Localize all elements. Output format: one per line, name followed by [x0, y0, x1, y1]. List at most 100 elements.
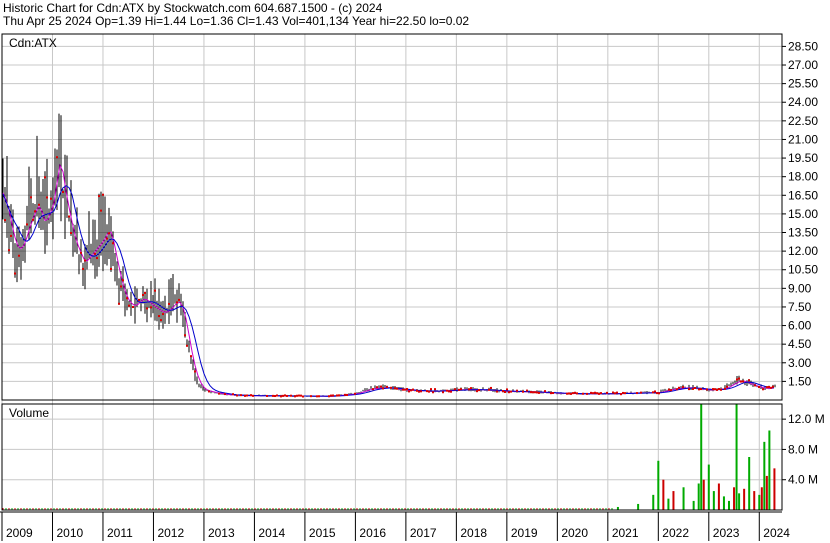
volume-bar: [717, 483, 720, 510]
close-dot: [160, 319, 162, 322]
close-dot: [272, 394, 274, 397]
close-dot: [328, 395, 330, 398]
price-tick-label: 15.00: [788, 207, 818, 221]
volume-bar: [712, 491, 715, 510]
close-dot: [432, 391, 434, 394]
price-tick-label: 21.00: [788, 132, 818, 146]
volume-bar: [672, 491, 675, 510]
close-dot: [552, 392, 554, 395]
close-dot: [566, 392, 568, 395]
close-dot: [354, 392, 356, 395]
volume-bar: [697, 483, 700, 510]
close-dot: [446, 389, 448, 392]
close-dot: [410, 389, 412, 392]
price-tick-label: 13.50: [788, 226, 818, 240]
volume-tick-label: 4.0 M: [788, 473, 818, 487]
close-dot: [594, 391, 596, 394]
price-tick-label: 28.50: [788, 39, 818, 53]
close-dot: [526, 389, 528, 392]
year-label: 2021: [612, 526, 639, 540]
close-dot: [624, 392, 626, 395]
close-dot: [100, 209, 102, 212]
close-dot: [698, 388, 700, 391]
close-dot: [396, 387, 398, 390]
close-dot: [14, 272, 16, 275]
close-dot: [332, 394, 334, 397]
close-dot: [700, 388, 702, 391]
close-dot: [150, 306, 152, 309]
close-dot: [476, 390, 478, 393]
close-dot: [726, 385, 728, 388]
close-dot: [496, 390, 498, 393]
close-dot: [596, 392, 598, 395]
year-label: 2010: [56, 526, 83, 540]
close-dot: [286, 394, 288, 397]
close-dot: [504, 391, 506, 394]
close-dot: [344, 393, 346, 396]
close-dot: [310, 395, 312, 398]
price-tick-label: 9.00: [788, 281, 812, 295]
close-dot: [68, 215, 70, 218]
close-dot: [426, 390, 428, 393]
close-dot: [106, 237, 108, 240]
close-dot: [454, 388, 456, 391]
close-dot: [614, 392, 616, 395]
volume-bar: [727, 500, 730, 510]
volume-tick-label: 12.0 M: [788, 412, 825, 426]
close-dot: [252, 394, 254, 397]
close-dot: [508, 391, 510, 394]
close-dot: [98, 195, 100, 198]
close-dot: [316, 395, 318, 398]
close-dot: [506, 388, 508, 391]
close-dot: [404, 388, 406, 391]
close-dot: [336, 394, 338, 397]
close-dot: [38, 203, 40, 206]
year-label: 2022: [662, 526, 689, 540]
price-panel-frame: [1, 33, 783, 401]
close-dot: [574, 391, 576, 394]
year-label: 2015: [309, 526, 336, 540]
price-axis-ticks: 1.50 3.00 4.50 6.00 7.50 9.00 10.50 12.00 13.50 1…: [782, 39, 818, 388]
close-dot: [420, 390, 422, 393]
price-tick-label: 19.50: [788, 151, 818, 165]
volume-bar: [738, 493, 741, 510]
volume-panel-frame: [1, 403, 783, 511]
close-dot: [168, 302, 170, 305]
close-dot: [430, 388, 432, 391]
close-dot: [18, 254, 20, 257]
volume-bar: [735, 404, 738, 510]
close-dot: [128, 304, 130, 307]
close-dot: [586, 392, 588, 395]
close-dot: [412, 388, 414, 391]
close-dot: [102, 193, 104, 196]
year-axis-labels: 2009 2010 2011 2012 2013 2014 2015 2016 2017 2018…: [1, 512, 790, 541]
close-dot: [488, 388, 490, 391]
close-dot: [766, 386, 768, 389]
close-dot: [250, 394, 252, 397]
close-dot: [380, 385, 382, 388]
volume-bar: [733, 487, 736, 510]
close-dot: [768, 386, 770, 389]
close-dot: [108, 232, 110, 235]
volume-bar: [722, 496, 725, 510]
volume-bar: [657, 460, 660, 510]
close-dot: [50, 197, 52, 200]
price-tick-label: 27.00: [788, 58, 818, 72]
close-dot: [372, 388, 374, 391]
volume-bar: [700, 404, 703, 510]
close-dot: [458, 388, 460, 391]
price-tick-label: 1.50: [788, 374, 812, 388]
close-dot: [530, 391, 532, 394]
close-dot: [338, 394, 340, 397]
close-dot: [640, 391, 642, 394]
close-dot: [126, 297, 128, 300]
year-label: 2019: [511, 526, 538, 540]
close-dot: [416, 389, 418, 392]
close-dot: [46, 196, 48, 199]
close-dot: [94, 252, 96, 255]
close-dot: [246, 394, 248, 397]
close-dot: [620, 393, 622, 396]
close-dot: [718, 388, 720, 391]
close-dot: [394, 387, 396, 390]
close-dot: [668, 388, 670, 391]
